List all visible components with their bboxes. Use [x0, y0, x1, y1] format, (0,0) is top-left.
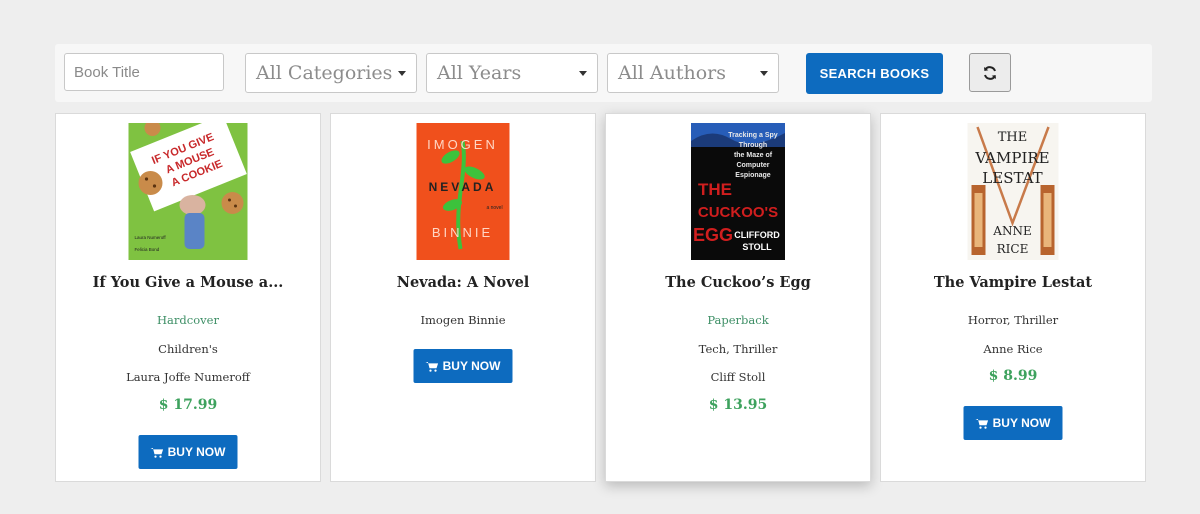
buy-now-button[interactable]: BUY NOW — [138, 435, 238, 469]
book-category: Tech, Thriller — [698, 342, 778, 356]
book-card: Tracking a Spy Through the Maze of Compu… — [605, 113, 871, 482]
cover-author: STOLL — [742, 242, 772, 252]
book-format: Hardcover — [157, 313, 219, 327]
book-title: If You Give a Mouse a... — [92, 274, 284, 291]
book-cover-image: Tracking a Spy Through the Maze of Compu… — [691, 123, 785, 260]
cover-title-line: THE — [698, 180, 732, 199]
cover-title-line: LESTAT — [982, 169, 1042, 187]
cover-subtitle: the Maze of — [734, 152, 773, 159]
cover-credit: Laura Numeroff — [135, 235, 167, 240]
book-price: $ 8.99 — [988, 368, 1038, 384]
cover-author: ANNE — [992, 224, 1031, 238]
book-category: Children's — [158, 342, 218, 356]
cover-title-line: BINNIE — [432, 225, 493, 240]
book-title: The Cuckoo’s Egg — [665, 274, 811, 291]
book-title: The Vampire Lestat — [933, 274, 1093, 291]
buy-now-label: BUY NOW — [992, 416, 1051, 430]
book-title: Nevada: A Novel — [396, 274, 530, 291]
cover-subtitle: Tracking a Spy — [728, 132, 778, 139]
cover-subtitle: Espionage — [735, 172, 771, 179]
book-cover-image: IMOGEN NEVADA BINNIE a novel — [416, 123, 510, 260]
chevron-down-icon — [579, 71, 587, 76]
search-books-button[interactable]: SEARCH BOOKS — [806, 53, 943, 94]
book-title-input[interactable] — [64, 53, 224, 91]
cover-title-line: VAMPIRE — [974, 149, 1049, 167]
refresh-icon — [984, 65, 996, 80]
cover-title-line: THE — [998, 130, 1028, 145]
cart-icon — [975, 418, 989, 429]
cover-subtitle: Through — [739, 142, 767, 149]
chevron-down-icon — [760, 71, 768, 76]
cover-title-line: NEVADA — [429, 180, 497, 194]
book-card: IF YOU GIVE A MOUSE A COOKIE Laura Numer… — [55, 113, 321, 482]
year-select[interactable]: All Years — [426, 53, 598, 93]
book-card: THE VAMPIRE LESTAT ANNE RICE The Vampire… — [880, 113, 1146, 482]
book-price: $ 13.95 — [708, 397, 768, 413]
category-select-value: All Categories — [256, 62, 393, 84]
buy-now-button[interactable]: BUY NOW — [963, 406, 1063, 440]
book-author: Laura Joffe Numeroff — [126, 370, 250, 384]
cart-icon — [150, 447, 164, 458]
cover-subtitle: Computer — [736, 162, 769, 169]
chevron-down-icon — [398, 71, 406, 76]
year-select-value: All Years — [437, 62, 522, 84]
cover-title-line: IMOGEN — [427, 137, 498, 152]
cover-title-line: CUCKOO'S — [698, 204, 778, 221]
book-author: Imogen Binnie — [420, 313, 506, 327]
book-cover-image: THE VAMPIRE LESTAT ANNE RICE — [967, 123, 1059, 260]
cover-title-line: EGG — [693, 225, 733, 245]
book-category: Horror, Thriller — [967, 313, 1059, 327]
book-price: $ 17.99 — [158, 397, 218, 413]
author-select[interactable]: All Authors — [607, 53, 779, 93]
reset-button[interactable] — [969, 53, 1011, 92]
buy-now-label: BUY NOW — [442, 359, 501, 373]
cover-tagline: a novel — [486, 205, 502, 211]
cover-author: CLIFFORD — [734, 230, 780, 240]
book-card: IMOGEN NEVADA BINNIE a novel Nevada: A N… — [330, 113, 596, 482]
buy-now-button[interactable]: BUY NOW — [413, 349, 513, 383]
category-select[interactable]: All Categories — [245, 53, 417, 93]
book-format: Paperback — [707, 313, 769, 327]
cover-credit: Felicia Bond — [135, 247, 160, 252]
buy-now-label: BUY NOW — [167, 445, 226, 459]
cover-author: RICE — [997, 242, 1029, 256]
book-cover-image: IF YOU GIVE A MOUSE A COOKIE Laura Numer… — [128, 123, 248, 260]
filter-bar: All Categories All Years All Authors SEA… — [55, 44, 1152, 102]
author-select-value: All Authors — [618, 62, 727, 84]
cart-icon — [425, 361, 439, 372]
book-author: Cliff Stoll — [710, 370, 766, 384]
book-author: Anne Rice — [983, 342, 1043, 356]
